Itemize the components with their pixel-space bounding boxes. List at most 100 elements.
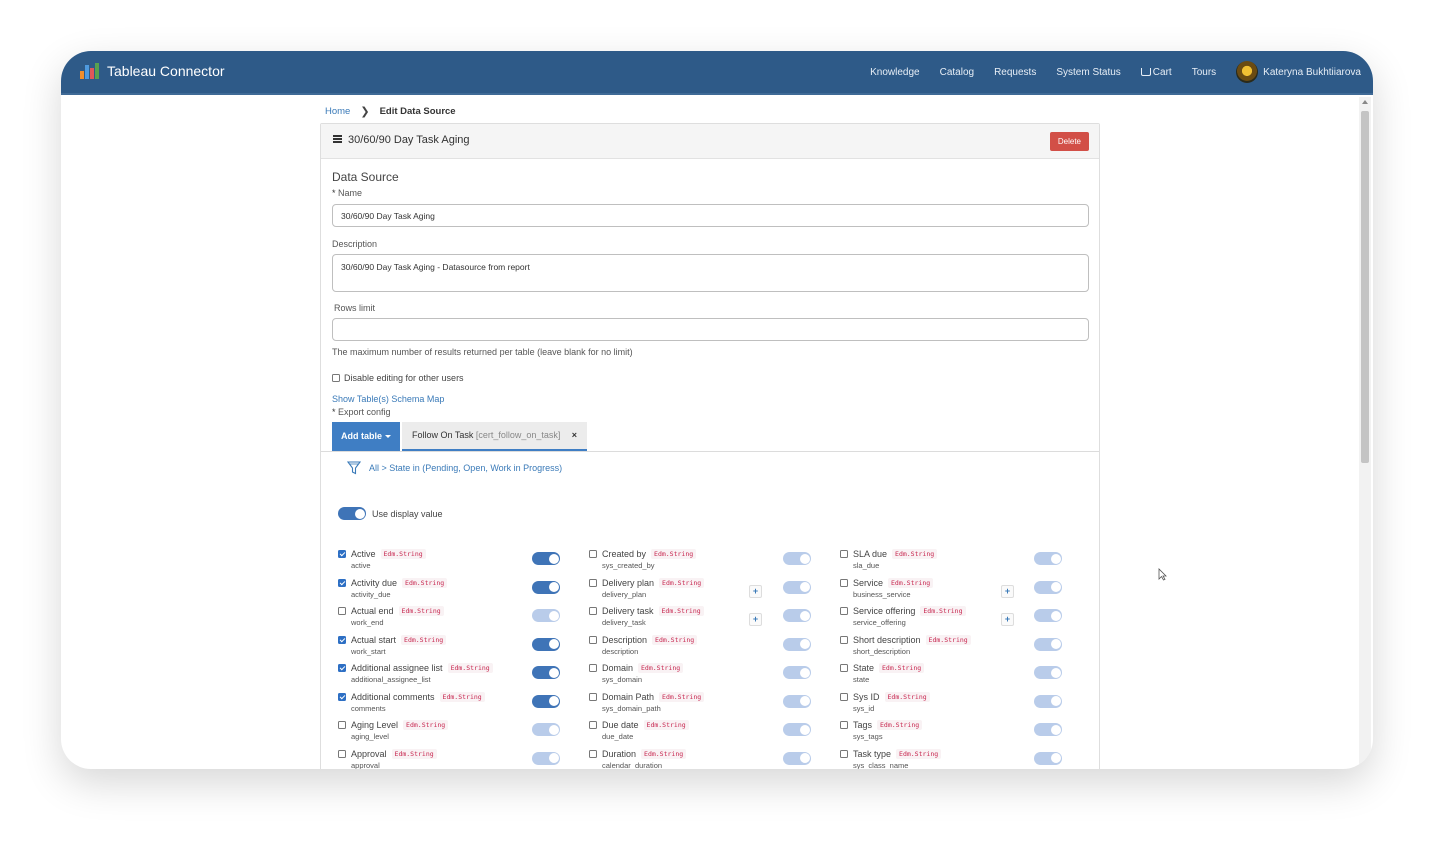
field-checkbox[interactable] <box>840 749 848 758</box>
field-checkbox[interactable] <box>338 550 346 558</box>
expand-reference-button[interactable]: + <box>749 584 762 598</box>
field-display-toggle[interactable] <box>532 609 560 622</box>
field-display-toggle[interactable] <box>783 580 811 594</box>
field-display-toggle[interactable] <box>532 694 560 708</box>
field-display-toggle[interactable] <box>1034 552 1062 565</box>
nav-catalog[interactable]: Catalog <box>940 67 974 78</box>
field-display-toggle[interactable] <box>783 666 811 679</box>
brand[interactable]: Tableau Connector <box>79 62 225 80</box>
field-checkbox[interactable] <box>589 749 597 758</box>
field-type-badge: Edm.String <box>659 577 705 588</box>
field-item: Actual start Edm.String work_start <box>338 634 447 656</box>
field-display-toggle[interactable] <box>783 552 811 565</box>
field-checkbox[interactable] <box>589 664 597 672</box>
field-header: Description Edm.String <box>589 634 698 645</box>
field-display-toggle[interactable] <box>532 552 560 565</box>
section-title: Data Source <box>332 170 399 184</box>
add-table-button[interactable]: Add table <box>332 422 400 451</box>
user-menu[interactable]: Kateryna Bukhtiiarova <box>1236 61 1361 83</box>
field-display-toggle[interactable] <box>783 609 811 622</box>
field-header: Actual end Edm.String <box>338 606 444 616</box>
field-system-name: service_offering <box>853 618 906 627</box>
nav-system-status[interactable]: System Status <box>1056 67 1120 78</box>
nav-links: Knowledge Catalog Requests System Status… <box>850 59 1361 85</box>
field-display-toggle[interactable] <box>532 637 560 651</box>
nav-knowledge[interactable]: Knowledge <box>870 67 919 78</box>
scroll-up-icon[interactable] <box>1362 100 1368 104</box>
scrollbar-thumb[interactable] <box>1361 111 1369 463</box>
field-display-toggle[interactable] <box>783 751 811 765</box>
field-type-badge: Edm.String <box>892 549 938 559</box>
field-display-toggle[interactable] <box>1034 637 1062 651</box>
disable-editing-checkbox[interactable] <box>332 374 340 382</box>
field-checkbox[interactable] <box>589 578 597 587</box>
field-display-toggle[interactable] <box>1034 694 1062 708</box>
field-checkbox[interactable] <box>840 550 848 558</box>
field-header: SLA due Edm.String <box>840 549 938 559</box>
name-input[interactable] <box>332 204 1089 227</box>
use-display-value-toggle[interactable] <box>338 507 366 520</box>
field-header: Duration Edm.String <box>589 748 687 759</box>
scrollbar[interactable] <box>1359 97 1371 769</box>
field-label: Domain <box>602 663 634 673</box>
field-display-toggle[interactable] <box>783 723 811 736</box>
field-display-toggle[interactable] <box>1034 723 1062 736</box>
field-label: Actual end <box>351 606 394 616</box>
field-item: Active Edm.String active <box>338 549 426 570</box>
nav-requests[interactable]: Requests <box>994 67 1036 78</box>
field-checkbox[interactable] <box>338 635 346 644</box>
description-textarea[interactable]: 30/60/90 Day Task Aging - Datasource fro… <box>332 254 1089 292</box>
field-checkbox[interactable] <box>840 578 848 587</box>
expand-reference-button[interactable]: + <box>749 613 762 626</box>
field-checkbox[interactable] <box>840 635 848 644</box>
nav-cart[interactable]: Cart <box>1140 67 1172 78</box>
field-checkbox[interactable] <box>589 635 597 644</box>
field-display-toggle[interactable] <box>783 637 811 651</box>
field-display-toggle[interactable] <box>532 580 560 594</box>
field-checkbox[interactable] <box>338 749 346 758</box>
field-checkbox[interactable] <box>589 692 597 701</box>
field-checkbox[interactable] <box>338 578 346 587</box>
field-checkbox[interactable] <box>840 607 848 615</box>
hamburger-icon[interactable] <box>333 135 342 143</box>
filter-row[interactable]: All > State in (Pending, Open, Work in P… <box>347 461 562 475</box>
schema-map-link[interactable]: Show Table(s) Schema Map <box>332 394 444 404</box>
disable-editing-row[interactable]: Disable editing for other users <box>332 373 464 383</box>
nav-tours[interactable]: Tours <box>1192 67 1216 78</box>
field-checkbox[interactable] <box>338 692 346 701</box>
field-label: Actual start <box>351 634 397 645</box>
field-type-badge: Edm.String <box>877 720 923 730</box>
field-checkbox[interactable] <box>840 721 848 729</box>
expand-reference-button[interactable]: + <box>1001 613 1014 626</box>
user-name: Kateryna Bukhtiiarova <box>1263 66 1361 78</box>
field-item: Tags Edm.String sys_tags <box>840 720 923 741</box>
field-display-toggle[interactable] <box>1034 666 1062 679</box>
field-display-toggle[interactable] <box>1034 751 1062 765</box>
field-system-name: approval <box>351 760 380 770</box>
field-system-name: due_date <box>602 732 634 741</box>
field-display-toggle[interactable] <box>783 694 811 708</box>
tab-follow-on-task[interactable]: Follow On Task [cert_follow_on_task] × <box>402 422 587 451</box>
field-item: Aging Level Edm.String aging_level <box>338 720 449 741</box>
field-display-toggle[interactable] <box>532 666 560 679</box>
field-checkbox[interactable] <box>338 721 346 729</box>
field-display-toggle[interactable] <box>1034 580 1062 594</box>
close-tab-icon[interactable]: × <box>572 422 577 449</box>
field-display-toggle[interactable] <box>1034 609 1062 622</box>
field-checkbox[interactable] <box>840 692 848 701</box>
field-checkbox[interactable] <box>589 550 597 558</box>
expand-reference-button[interactable]: + <box>1001 584 1014 598</box>
field-checkbox[interactable] <box>840 664 848 672</box>
field-display-toggle[interactable] <box>532 751 560 765</box>
delete-button[interactable]: Delete <box>1049 132 1089 151</box>
breadcrumb-home[interactable]: Home <box>325 106 350 117</box>
field-checkbox[interactable] <box>589 607 597 615</box>
field-display-toggle[interactable] <box>532 723 560 736</box>
rows-limit-input[interactable] <box>332 318 1089 341</box>
field-label: Additional assignee list <box>351 663 443 673</box>
field-checkbox[interactable] <box>338 664 346 672</box>
funnel-icon <box>347 461 361 475</box>
field-checkbox[interactable] <box>589 721 597 729</box>
table-tabs: Add table Follow On Task [cert_follow_on… <box>321 422 1099 452</box>
field-checkbox[interactable] <box>338 607 346 615</box>
